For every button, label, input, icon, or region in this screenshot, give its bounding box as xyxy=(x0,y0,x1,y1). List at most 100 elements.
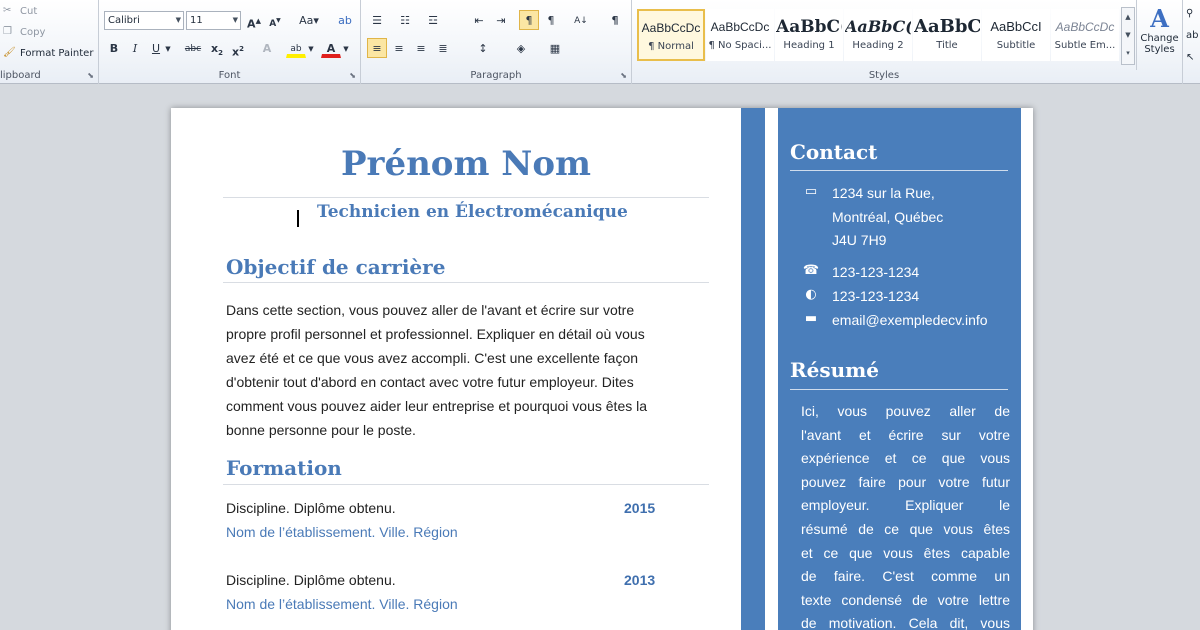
education-school: Nom de l’établissement. Ville. Région xyxy=(226,524,458,540)
document-page[interactable]: Prénom Nom Technicien en Électromécaniqu… xyxy=(171,108,1033,630)
show-formatting-icon[interactable]: ¶ xyxy=(605,10,625,30)
font-family-value: Calibri xyxy=(108,15,140,26)
justify-icon[interactable]: ≣ xyxy=(433,38,453,58)
decrease-indent-icon[interactable]: ⇤ xyxy=(469,10,489,30)
grow-font-icon[interactable]: A▲ xyxy=(244,10,264,31)
education-discipline: Discipline. Diplôme obtenu. xyxy=(226,572,396,588)
objective-line: comment vous pouvez aider leur entrepris… xyxy=(226,398,648,414)
font-color-icon[interactable]: A xyxy=(321,38,341,58)
ltr-icon[interactable]: ¶ xyxy=(519,10,539,30)
style-name: ¶ Normal xyxy=(648,41,694,52)
style-subtle-emphasis[interactable]: AaBbCcDc Subtle Em... xyxy=(1051,9,1119,61)
resume-name: Prénom Nom xyxy=(340,144,592,184)
style-sample: AaBbCcDc xyxy=(641,21,701,35)
title-divider xyxy=(223,197,709,198)
email-address: email@exempledecv.info xyxy=(832,312,988,328)
objective-line: propre profil personnel et professionnel… xyxy=(226,326,645,342)
cut-button[interactable]: Cut xyxy=(20,6,37,17)
style-title[interactable]: AaBbC Title xyxy=(913,9,981,61)
style-sample: AaBbCcI xyxy=(990,19,1042,34)
rtl-icon[interactable]: ¶ xyxy=(541,10,561,30)
resume-line: pouvez faire pour votre futur xyxy=(801,473,1010,490)
chevron-down-icon[interactable]: ▼ xyxy=(306,38,316,58)
copy-button[interactable]: Copy xyxy=(20,27,45,38)
replace-icon[interactable]: ab xyxy=(1186,30,1198,41)
shading-icon[interactable]: ◈ xyxy=(511,38,531,58)
style-subtitle[interactable]: AaBbCcI Subtitle xyxy=(982,9,1050,61)
chevron-down-icon[interactable]: ▼ xyxy=(163,38,173,58)
resume-divider xyxy=(790,389,1008,390)
style-name: Subtle Em... xyxy=(1054,40,1116,51)
styles-scroll[interactable]: ▲ ▼ ▾ xyxy=(1121,7,1135,65)
change-styles-button[interactable]: A Change Styles xyxy=(1136,0,1182,70)
resume-line: expérience et ce que vous xyxy=(801,450,1010,467)
highlight-icon[interactable]: ab xyxy=(286,38,306,58)
objective-heading: Objectif de carrière xyxy=(226,255,446,279)
clipboard-group: ✂ Cut ❐ Copy 🖌 Format Painter lipboard ⬊ xyxy=(0,0,99,84)
resume-line: texte condensé de votre lettre xyxy=(801,591,1010,608)
dialog-launcher-icon[interactable]: ⬊ xyxy=(620,71,627,80)
chevron-down-icon[interactable]: ▼ xyxy=(341,38,351,58)
style-no-spacing[interactable]: AaBbCcDc ¶ No Spaci... xyxy=(706,9,774,61)
subscript-icon[interactable]: x2 xyxy=(207,38,227,58)
font-size-value: 11 xyxy=(190,15,203,26)
education-year: 2013 xyxy=(624,572,656,588)
align-right-icon[interactable]: ≡ xyxy=(411,38,431,58)
align-left-icon[interactable]: ≡ xyxy=(367,38,387,58)
text-effects-icon[interactable]: A xyxy=(257,38,277,58)
strikethrough-icon[interactable]: abc xyxy=(181,38,205,58)
style-heading-2[interactable]: AaBbC( Heading 2 xyxy=(844,9,912,61)
style-name: Title xyxy=(936,40,958,51)
increase-indent-icon[interactable]: ⇥ xyxy=(491,10,511,30)
education-heading: Formation xyxy=(226,456,342,480)
job-title: Technicien en Électromécanique xyxy=(317,202,628,222)
styles-group: AaBbCcDc ¶ Normal AaBbCcDc ¶ No Spaci...… xyxy=(632,0,1136,84)
mobile-number: 123-123-1234 xyxy=(832,288,920,304)
format-painter-icon: 🖌 xyxy=(3,47,16,58)
sort-icon[interactable]: A↓ xyxy=(571,10,591,30)
superscript-icon[interactable]: x2 xyxy=(228,38,248,59)
change-case-icon[interactable]: Aa▾ xyxy=(296,10,322,30)
italic-icon[interactable]: I xyxy=(125,38,145,58)
scroll-up-icon[interactable]: ▲ xyxy=(1122,8,1134,26)
phone-number: 123-123-1234 xyxy=(832,264,920,280)
address-line: J4U 7H9 xyxy=(832,232,887,248)
editing-strip: ⚲ ab ↖ xyxy=(1182,0,1200,84)
clear-formatting-icon[interactable]: ab xyxy=(335,10,355,30)
numbering-icon[interactable]: ☷ xyxy=(395,10,415,30)
style-sample: AaBbCcDc xyxy=(1055,20,1115,34)
style-sample: AaBbC xyxy=(914,16,980,37)
select-icon[interactable]: ↖ xyxy=(1186,52,1194,63)
multilevel-list-icon[interactable]: ☲ xyxy=(423,10,443,30)
ribbon: ✂ Cut ❐ Copy 🖌 Format Painter lipboard ⬊… xyxy=(0,0,1200,84)
format-painter-button[interactable]: Format Painter xyxy=(20,48,93,59)
more-styles-icon[interactable]: ▾ xyxy=(1122,44,1134,62)
decorative-blue-strip xyxy=(741,108,765,630)
dialog-launcher-icon[interactable]: ⬊ xyxy=(87,71,94,80)
bullets-icon[interactable]: ☰ xyxy=(367,10,387,30)
style-heading-1[interactable]: AaBbC( Heading 1 xyxy=(775,9,843,61)
resume-line: employeur. Expliquer le xyxy=(801,497,1010,514)
find-icon[interactable]: ⚲ xyxy=(1186,8,1193,19)
font-group: Calibri ▼ 11 ▼ A▲ A▼ Aa▾ ab B I U ▼ abc … xyxy=(99,0,361,84)
style-name: ¶ No Spaci... xyxy=(708,40,772,51)
clipboard-group-label: lipboard xyxy=(0,70,41,81)
mobile-icon: ◐ xyxy=(805,287,817,302)
chevron-down-icon: ▼ xyxy=(175,16,181,24)
paragraph-group: ☰ ☷ ☲ ⇤ ⇥ ¶ ¶ A↓ ¶ ≡ ≡ ≡ ≣ ↕ ◈ ▦ Paragra… xyxy=(361,0,632,84)
contact-divider xyxy=(790,170,1008,171)
borders-icon[interactable]: ▦ xyxy=(545,38,565,58)
resume-heading: Résumé xyxy=(790,358,880,382)
style-normal[interactable]: AaBbCcDc ¶ Normal xyxy=(637,9,705,61)
font-family-select[interactable]: Calibri ▼ xyxy=(104,11,184,30)
dialog-launcher-icon[interactable]: ⬊ xyxy=(349,71,356,80)
shrink-font-icon[interactable]: A▼ xyxy=(265,10,285,30)
resume-line: de faire. C'est comme un xyxy=(801,568,1010,585)
scroll-down-icon[interactable]: ▼ xyxy=(1122,26,1134,44)
line-spacing-icon[interactable]: ↕ xyxy=(473,38,493,58)
align-center-icon[interactable]: ≡ xyxy=(389,38,409,58)
font-size-select[interactable]: 11 ▼ xyxy=(186,11,241,30)
change-styles-icon: A xyxy=(1150,4,1169,33)
education-discipline: Discipline. Diplôme obtenu. xyxy=(226,500,396,516)
bold-icon[interactable]: B xyxy=(104,38,124,58)
